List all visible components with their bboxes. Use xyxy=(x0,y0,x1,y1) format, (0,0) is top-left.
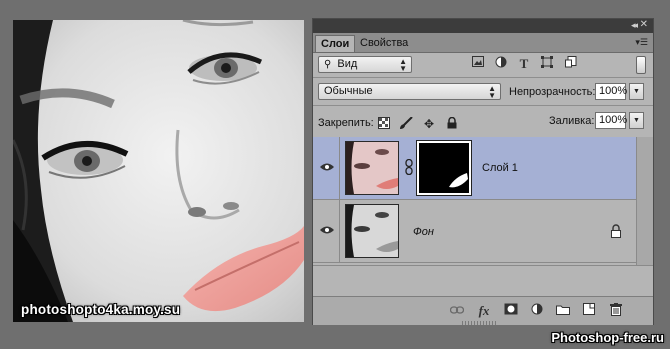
fx-icon[interactable]: fx xyxy=(476,303,492,319)
opacity-label: Непрозрачность: xyxy=(509,86,596,98)
type-filter-icon[interactable]: T xyxy=(516,56,532,72)
opacity-input[interactable]: 100% xyxy=(595,83,627,100)
eye-icon[interactable] xyxy=(320,225,334,235)
tab-layers[interactable]: Слои xyxy=(315,35,356,52)
smart-object-filter-icon[interactable] xyxy=(563,56,579,72)
layer-row-background[interactable]: Фон xyxy=(313,200,636,263)
adjustment-filter-icon[interactable] xyxy=(493,56,509,72)
new-group-icon[interactable] xyxy=(555,303,571,319)
layer-lock-icon xyxy=(611,224,621,238)
panel-footer: fx xyxy=(313,296,653,325)
opacity-dropdown-button[interactable]: ▼ xyxy=(629,83,644,100)
layer-list: Слой 1 Фон xyxy=(313,137,636,265)
mask-link-chain-icon[interactable] xyxy=(404,159,414,175)
shape-filter-icon[interactable] xyxy=(539,56,555,72)
layer-thumbnail[interactable] xyxy=(345,141,399,195)
collapse-icon[interactable]: ◂◂ xyxy=(631,20,638,31)
layer-list-empty-area xyxy=(313,265,653,297)
fill-input[interactable]: 100% xyxy=(595,112,627,129)
blend-mode-value: Обычные xyxy=(324,85,373,97)
lock-pixels-brush-icon[interactable] xyxy=(398,116,414,131)
panel-tabstrip: Слои Свойства ▾☰ xyxy=(313,33,653,53)
tab-properties[interactable]: Свойства xyxy=(355,35,413,52)
fill-label: Заливка: xyxy=(549,115,595,127)
dropdown-arrows-icon: ▲ ▼ xyxy=(399,57,407,73)
dropdown-arrows-icon: ▲ ▼ xyxy=(488,84,496,100)
lock-label: Закрепить: xyxy=(318,117,374,129)
search-icon: ⚲ xyxy=(324,59,332,70)
lock-position-move-icon[interactable]: ✥ xyxy=(421,117,437,131)
layer-name[interactable]: Слой 1 xyxy=(482,162,518,174)
eye-icon[interactable] xyxy=(320,162,334,172)
add-mask-icon[interactable] xyxy=(503,303,519,319)
face-image xyxy=(13,20,304,322)
blend-mode-dropdown[interactable]: Обычные ▲ ▼ xyxy=(318,83,501,100)
delete-layer-icon[interactable] xyxy=(608,303,624,319)
layers-panel: ◂◂ ✕ Слои Свойства ▾☰ ⚲ Вид ▲ ▼ T Обычные… xyxy=(312,18,654,325)
panel-menu-icon[interactable]: ▾☰ xyxy=(635,37,648,48)
new-layer-icon[interactable] xyxy=(581,303,597,319)
close-icon[interactable]: ✕ xyxy=(640,19,648,30)
lock-all-icon[interactable] xyxy=(444,116,460,131)
filter-kind-label: Вид xyxy=(337,58,358,70)
image-filter-icon[interactable] xyxy=(470,56,486,72)
filter-toggle-switch[interactable] xyxy=(636,56,646,74)
layer-thumbnail[interactable] xyxy=(345,204,399,258)
layer-mask-thumbnail[interactable] xyxy=(417,141,471,195)
fill-dropdown-button[interactable]: ▼ xyxy=(629,112,644,129)
resize-grip[interactable] xyxy=(462,321,498,325)
adjustment-layer-icon[interactable] xyxy=(529,303,545,319)
layers-scrollbar[interactable] xyxy=(636,137,653,265)
lock-transparent-icon[interactable] xyxy=(376,117,392,131)
panel-titlebar: ◂◂ ✕ xyxy=(313,19,653,34)
layer-row-layer1[interactable]: Слой 1 xyxy=(313,137,636,200)
link-layers-icon[interactable] xyxy=(449,303,465,319)
visibility-column xyxy=(313,200,340,262)
visibility-column xyxy=(313,137,340,199)
photo-watermark: photoshopto4ka.moy.su xyxy=(21,302,181,317)
site-watermark: Photoshop-free.ru xyxy=(551,330,664,345)
layer-name[interactable]: Фон xyxy=(413,226,434,238)
filter-kind-dropdown[interactable]: ⚲ Вид ▲ ▼ xyxy=(318,56,412,73)
photo-canvas: photoshopto4ka.moy.su xyxy=(13,20,304,322)
